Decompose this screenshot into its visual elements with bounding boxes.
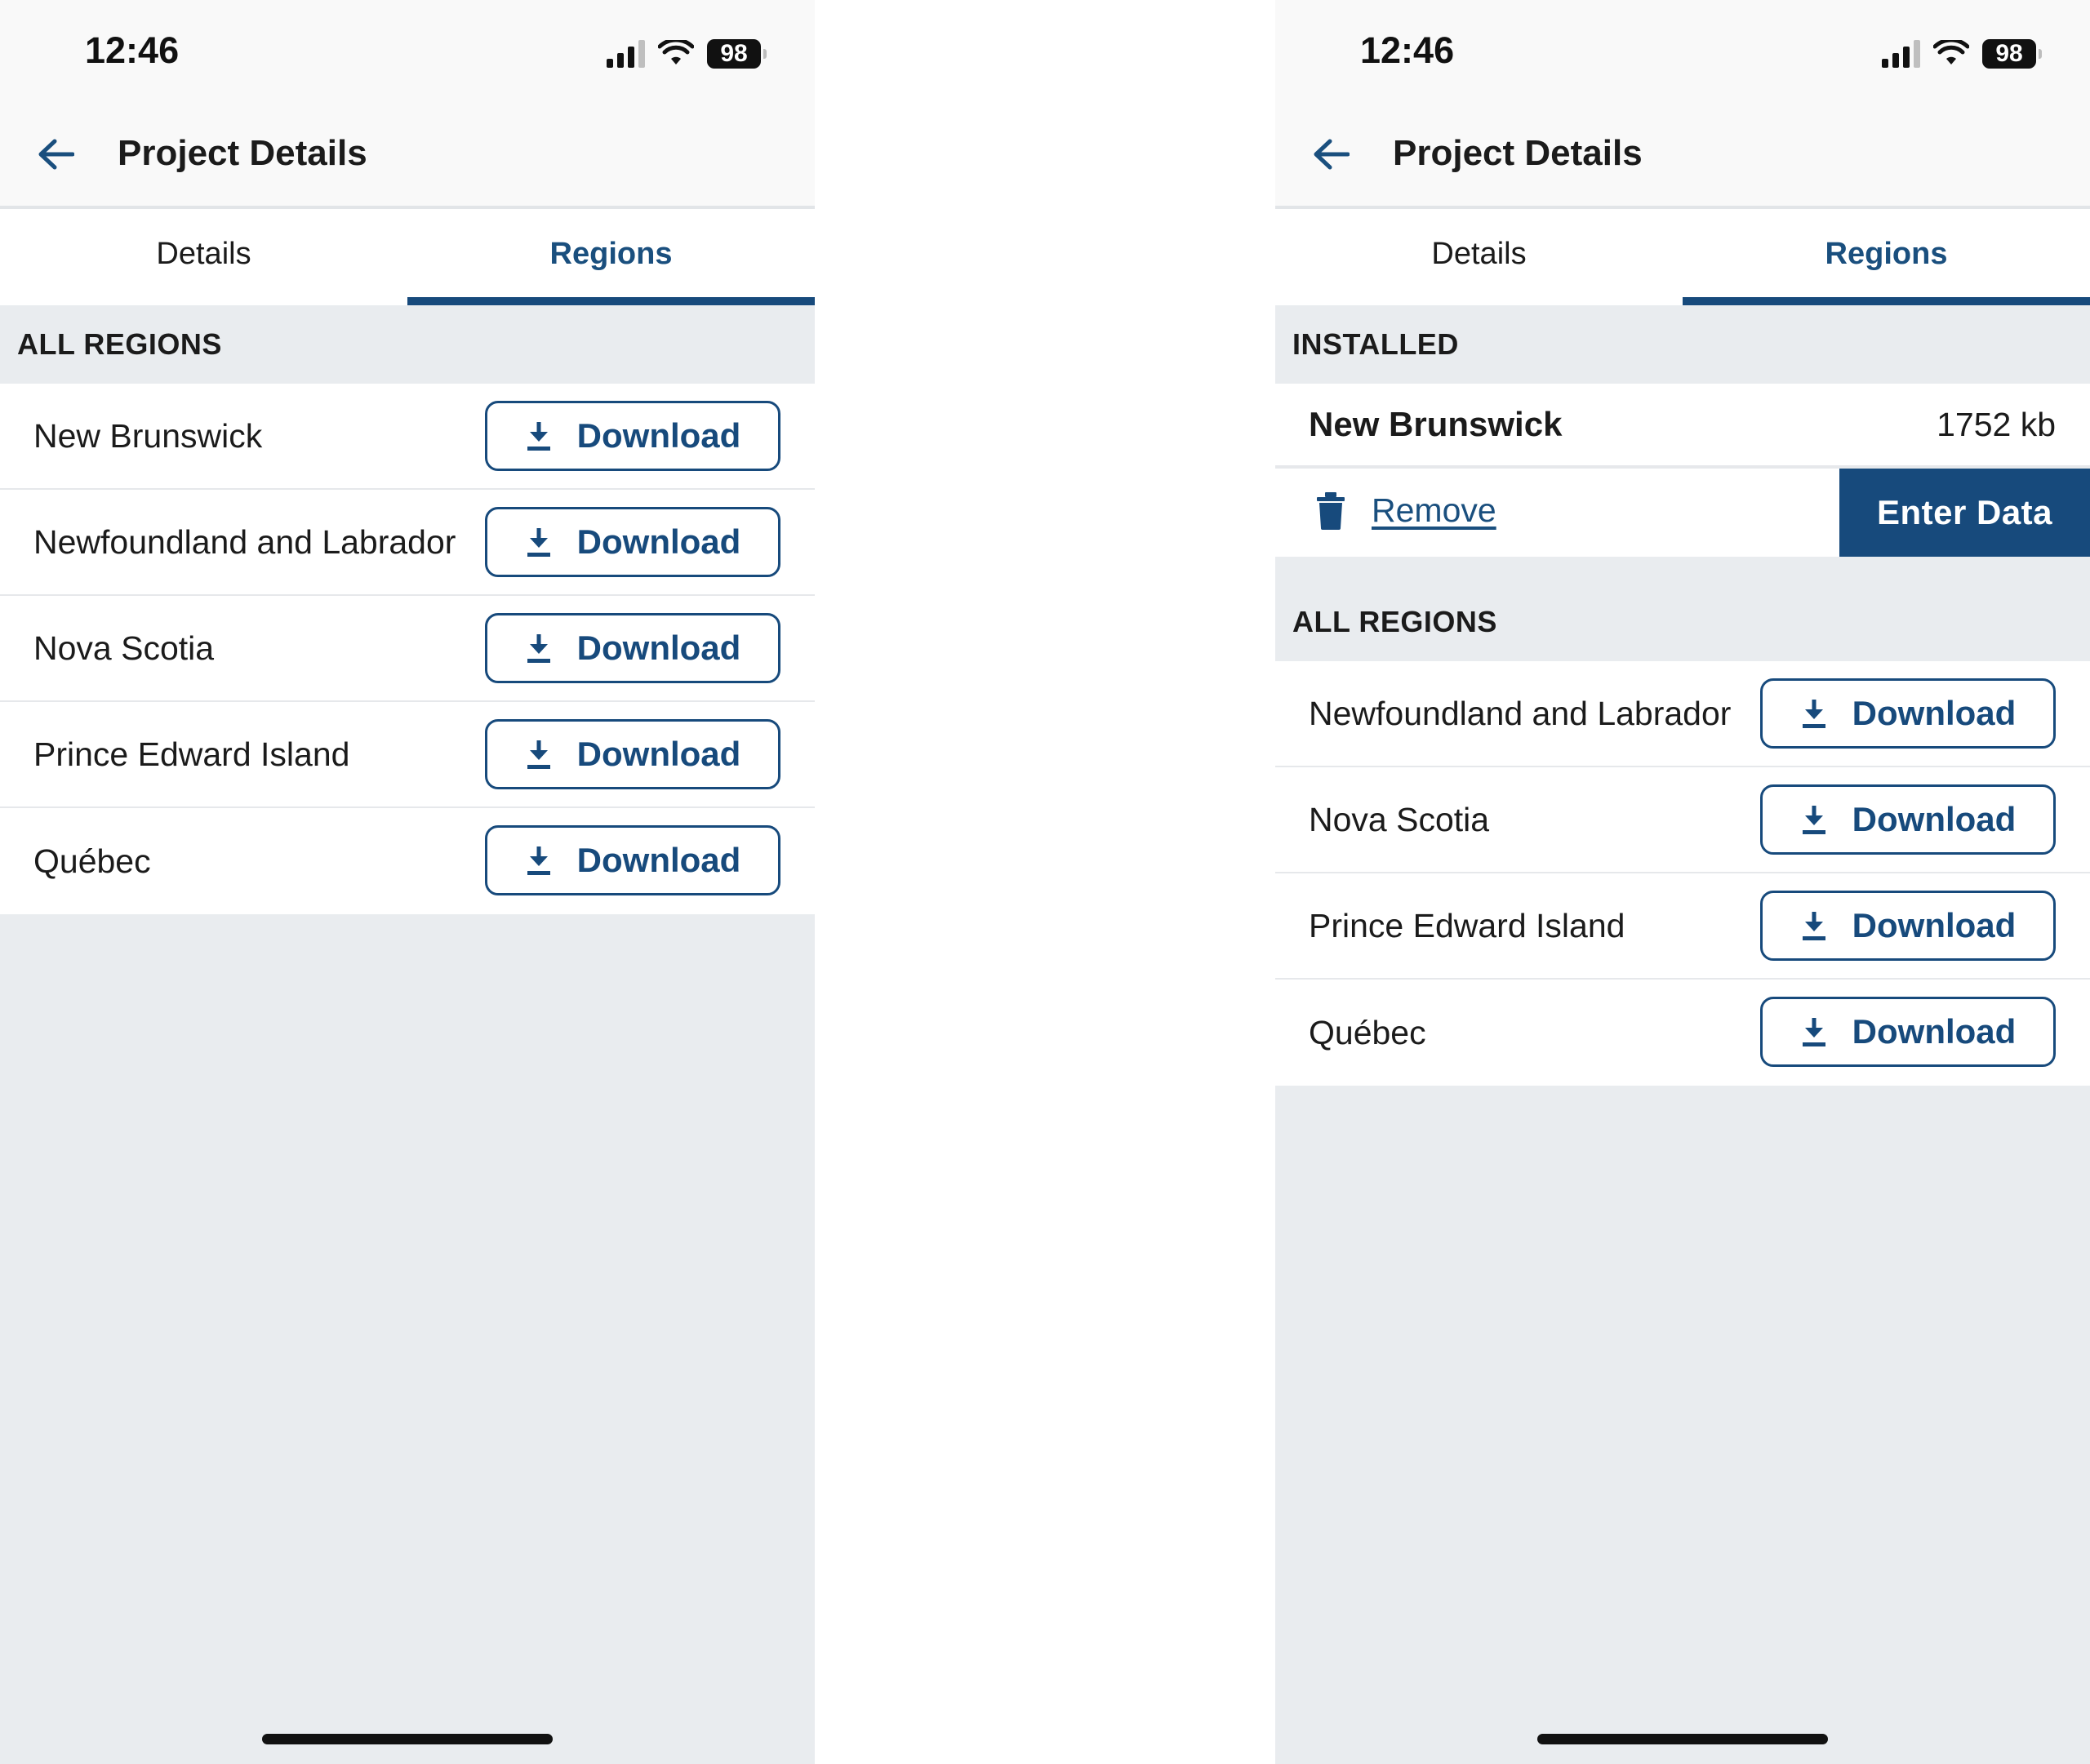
tab-details[interactable]: Details [1275, 209, 1683, 305]
remove-label: Remove [1372, 491, 1496, 529]
region-row: Prince Edward Island Download [0, 702, 815, 808]
download-icon [1800, 697, 1828, 730]
status-bar: 12:46 98 [0, 0, 815, 110]
cellular-signal-icon [1882, 40, 1920, 68]
download-label: Download [576, 841, 741, 879]
region-row: Newfoundland and Labrador Download [0, 490, 815, 596]
tab-bar: Details Regions [1275, 209, 2090, 305]
home-indicator[interactable] [1537, 1734, 1828, 1744]
status-bar: 12:46 98 [1275, 0, 2090, 110]
download-icon [525, 844, 553, 877]
download-button[interactable]: Download [485, 401, 780, 471]
tab-bar: Details Regions [0, 209, 815, 305]
download-icon [1800, 909, 1828, 942]
region-name: Québec [33, 842, 151, 880]
download-icon [1800, 803, 1828, 836]
download-button[interactable]: Download [485, 825, 780, 895]
tab-details[interactable]: Details [0, 209, 407, 305]
download-icon [525, 632, 553, 664]
enter-data-button[interactable]: Enter Data [1839, 469, 2090, 557]
trash-icon [1317, 491, 1345, 530]
all-regions-header: ALL REGIONS [0, 305, 815, 384]
battery-icon: 98 [1982, 39, 2042, 69]
download-label: Download [576, 629, 741, 667]
status-icons: 98 [607, 38, 767, 70]
page-title: Project Details [118, 133, 367, 173]
status-time: 12:46 [1360, 29, 1455, 71]
page-title: Project Details [1393, 133, 1643, 173]
arrow-left-icon [38, 139, 74, 170]
region-name: Nova Scotia [1309, 800, 1490, 838]
download-icon [525, 738, 553, 771]
region-row: Nova Scotia Download [1275, 767, 2090, 873]
region-row: New Brunswick Download [0, 384, 815, 490]
phone-screen-left: 12:46 98 Project Details Details Regions… [0, 0, 815, 1764]
download-label: Download [576, 522, 741, 561]
app-header: Project Details [0, 110, 815, 209]
download-icon [1800, 1015, 1828, 1048]
region-row: Newfoundland and Labrador Download [1275, 661, 2090, 767]
region-list: New Brunswick Download Newfoundland and … [0, 384, 815, 914]
installed-region-card: New Brunswick 1752 kb Remove Enter Data [1275, 384, 2090, 557]
region-row: Québec Download [0, 808, 815, 914]
region-name: New Brunswick [33, 416, 263, 455]
home-indicator[interactable] [262, 1734, 553, 1744]
app-header: Project Details [1275, 110, 2090, 209]
region-list: Newfoundland and Labrador Download Nova … [1275, 661, 2090, 1086]
download-icon [525, 526, 553, 558]
download-label: Download [1852, 800, 2017, 838]
all-regions-header: ALL REGIONS [1275, 583, 2090, 661]
cellular-signal-icon [607, 40, 645, 68]
region-name: Nova Scotia [33, 629, 215, 667]
download-button[interactable]: Download [1760, 891, 2056, 961]
download-button[interactable]: Download [1760, 784, 2056, 855]
status-icons: 98 [1882, 38, 2042, 70]
installed-header: INSTALLED [1275, 305, 2090, 384]
installed-region-name: New Brunswick [1309, 405, 1563, 443]
download-label: Download [576, 735, 741, 773]
region-row: Nova Scotia Download [0, 596, 815, 702]
download-button[interactable]: Download [1760, 997, 2056, 1067]
phone-screen-right: 12:46 98 Project Details Details Regions… [1275, 0, 2090, 1764]
region-row: Prince Edward Island Download [1275, 873, 2090, 980]
download-label: Download [576, 416, 741, 455]
region-name: Prince Edward Island [1309, 906, 1625, 944]
back-button[interactable] [33, 131, 78, 177]
download-button[interactable]: Download [1760, 678, 2056, 749]
wifi-icon [658, 40, 694, 68]
download-button[interactable]: Download [485, 719, 780, 789]
remove-button[interactable]: Remove [1316, 491, 1496, 530]
wifi-icon [1933, 40, 1969, 68]
tab-regions[interactable]: Regions [407, 209, 815, 305]
download-icon [525, 420, 553, 452]
download-label: Download [1852, 906, 2017, 944]
download-label: Download [1852, 694, 2017, 732]
installed-region-summary: New Brunswick 1752 kb [1275, 384, 2090, 469]
region-row: Québec Download [1275, 980, 2090, 1086]
back-button[interactable] [1308, 131, 1354, 177]
download-button[interactable]: Download [485, 507, 780, 577]
installed-region-size: 1752 kb [1937, 405, 2056, 443]
installed-region-actions: Remove Enter Data [1275, 469, 2090, 557]
region-name: Québec [1309, 1013, 1426, 1051]
tab-regions[interactable]: Regions [1683, 209, 2090, 305]
arrow-left-icon [1314, 139, 1350, 170]
battery-icon: 98 [707, 39, 767, 69]
download-label: Download [1852, 1012, 2017, 1051]
region-name: Prince Edward Island [33, 735, 350, 773]
status-time: 12:46 [85, 29, 180, 71]
region-name: Newfoundland and Labrador [1309, 694, 1732, 732]
download-button[interactable]: Download [485, 613, 780, 683]
region-name: Newfoundland and Labrador [33, 522, 456, 561]
